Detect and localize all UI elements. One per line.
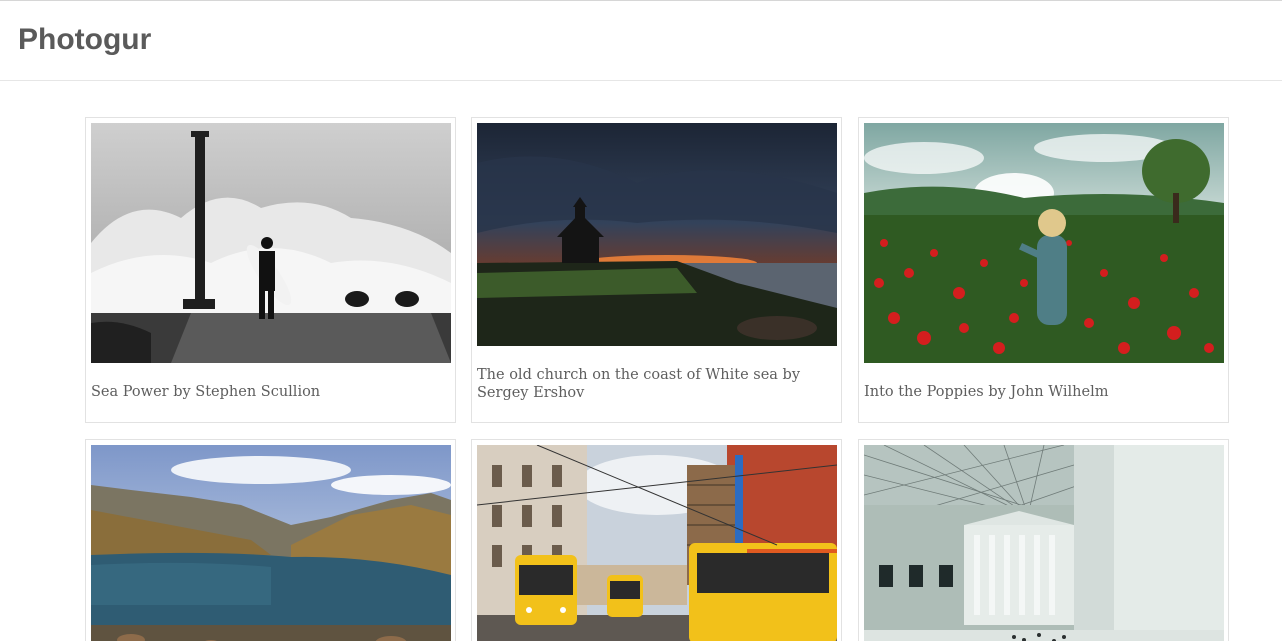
brand-logo-link[interactable]: Photogur: [18, 22, 151, 58]
photo-card: [85, 439, 456, 641]
photo-card: Sea Power by Stephen Scullion: [85, 117, 456, 423]
photo-card: [471, 439, 842, 641]
poppy-field-photo[interactable]: [864, 123, 1224, 363]
photo-caption: Sea Power by Stephen Scullion: [91, 384, 321, 400]
photo-caption: The old church on the coast of White sea…: [477, 367, 801, 401]
surfer-wave-photo[interactable]: [91, 123, 451, 363]
church-sunset-photo[interactable]: [477, 123, 837, 346]
mountain-lake-photo[interactable]: [91, 445, 451, 641]
top-navbar: Photogur: [0, 0, 1282, 81]
museum-courtyard-photo[interactable]: [864, 445, 1224, 641]
photo-card: The old church on the coast of White sea…: [471, 117, 842, 423]
photo-card: [858, 439, 1229, 641]
city-trams-photo[interactable]: [477, 445, 837, 641]
photo-card: Into the Poppies by John Wilhelm: [858, 117, 1229, 423]
photo-caption: Into the Poppies by John Wilhelm: [864, 384, 1109, 400]
